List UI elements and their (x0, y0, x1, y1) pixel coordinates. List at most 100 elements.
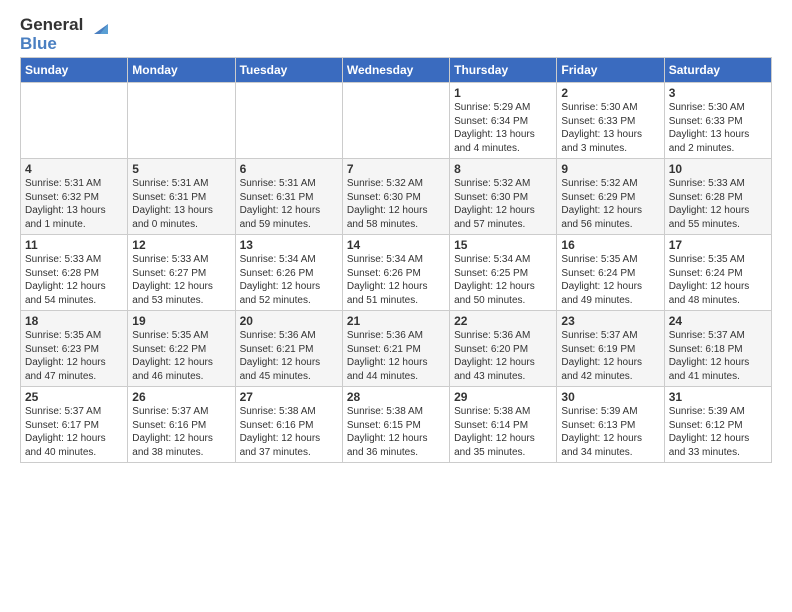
logo-bird-icon (86, 20, 108, 42)
day-info: Sunrise: 5:31 AM Sunset: 6:31 PM Dayligh… (132, 177, 230, 231)
day-info: Sunrise: 5:35 AM Sunset: 6:24 PM Dayligh… (669, 253, 767, 307)
calendar-day-cell: 30Sunrise: 5:39 AM Sunset: 6:13 PM Dayli… (557, 387, 664, 463)
calendar-day-cell: 6Sunrise: 5:31 AM Sunset: 6:31 PM Daylig… (235, 159, 342, 235)
calendar-wrap: SundayMondayTuesdayWednesdayThursdayFrid… (0, 57, 792, 473)
day-info: Sunrise: 5:36 AM Sunset: 6:21 PM Dayligh… (240, 329, 338, 383)
calendar-day-cell: 9Sunrise: 5:32 AM Sunset: 6:29 PM Daylig… (557, 159, 664, 235)
day-number: 16 (561, 238, 659, 252)
day-info: Sunrise: 5:33 AM Sunset: 6:28 PM Dayligh… (669, 177, 767, 231)
day-info: Sunrise: 5:32 AM Sunset: 6:30 PM Dayligh… (347, 177, 445, 231)
day-number: 15 (454, 238, 552, 252)
calendar-day-cell: 22Sunrise: 5:36 AM Sunset: 6:20 PM Dayli… (450, 311, 557, 387)
day-info: Sunrise: 5:31 AM Sunset: 6:31 PM Dayligh… (240, 177, 338, 231)
calendar-day-cell: 2Sunrise: 5:30 AM Sunset: 6:33 PM Daylig… (557, 83, 664, 159)
day-number: 10 (669, 162, 767, 176)
day-number: 18 (25, 314, 123, 328)
day-info: Sunrise: 5:32 AM Sunset: 6:30 PM Dayligh… (454, 177, 552, 231)
day-number: 20 (240, 314, 338, 328)
calendar-day-cell: 12Sunrise: 5:33 AM Sunset: 6:27 PM Dayli… (128, 235, 235, 311)
calendar-day-cell: 8Sunrise: 5:32 AM Sunset: 6:30 PM Daylig… (450, 159, 557, 235)
day-info: Sunrise: 5:31 AM Sunset: 6:32 PM Dayligh… (25, 177, 123, 231)
day-info: Sunrise: 5:37 AM Sunset: 6:19 PM Dayligh… (561, 329, 659, 383)
day-info: Sunrise: 5:39 AM Sunset: 6:12 PM Dayligh… (669, 405, 767, 459)
calendar-day-cell: 5Sunrise: 5:31 AM Sunset: 6:31 PM Daylig… (128, 159, 235, 235)
day-info: Sunrise: 5:36 AM Sunset: 6:21 PM Dayligh… (347, 329, 445, 383)
calendar-day-cell: 14Sunrise: 5:34 AM Sunset: 6:26 PM Dayli… (342, 235, 449, 311)
calendar-day-cell (342, 83, 449, 159)
calendar-week-row: 4Sunrise: 5:31 AM Sunset: 6:32 PM Daylig… (21, 159, 772, 235)
day-info: Sunrise: 5:29 AM Sunset: 6:34 PM Dayligh… (454, 101, 552, 155)
calendar-week-row: 11Sunrise: 5:33 AM Sunset: 6:28 PM Dayli… (21, 235, 772, 311)
day-number: 1 (454, 86, 552, 100)
calendar-day-cell: 4Sunrise: 5:31 AM Sunset: 6:32 PM Daylig… (21, 159, 128, 235)
day-info: Sunrise: 5:34 AM Sunset: 6:25 PM Dayligh… (454, 253, 552, 307)
calendar-day-cell: 21Sunrise: 5:36 AM Sunset: 6:21 PM Dayli… (342, 311, 449, 387)
day-info: Sunrise: 5:38 AM Sunset: 6:16 PM Dayligh… (240, 405, 338, 459)
weekday-header: Saturday (664, 58, 771, 83)
calendar-day-cell: 31Sunrise: 5:39 AM Sunset: 6:12 PM Dayli… (664, 387, 771, 463)
calendar-table: SundayMondayTuesdayWednesdayThursdayFrid… (20, 57, 772, 463)
day-number: 5 (132, 162, 230, 176)
day-number: 7 (347, 162, 445, 176)
day-number: 12 (132, 238, 230, 252)
calendar-day-cell: 28Sunrise: 5:38 AM Sunset: 6:15 PM Dayli… (342, 387, 449, 463)
day-number: 27 (240, 390, 338, 404)
logo-general: General (20, 15, 83, 34)
weekday-header: Monday (128, 58, 235, 83)
day-info: Sunrise: 5:37 AM Sunset: 6:17 PM Dayligh… (25, 405, 123, 459)
page-header: General Blue (0, 0, 792, 57)
day-number: 23 (561, 314, 659, 328)
weekday-header: Sunday (21, 58, 128, 83)
calendar-day-cell: 18Sunrise: 5:35 AM Sunset: 6:23 PM Dayli… (21, 311, 128, 387)
day-info: Sunrise: 5:33 AM Sunset: 6:27 PM Dayligh… (132, 253, 230, 307)
calendar-day-cell: 11Sunrise: 5:33 AM Sunset: 6:28 PM Dayli… (21, 235, 128, 311)
calendar-week-row: 18Sunrise: 5:35 AM Sunset: 6:23 PM Dayli… (21, 311, 772, 387)
day-number: 29 (454, 390, 552, 404)
calendar-day-cell: 19Sunrise: 5:35 AM Sunset: 6:22 PM Dayli… (128, 311, 235, 387)
day-info: Sunrise: 5:30 AM Sunset: 6:33 PM Dayligh… (561, 101, 659, 155)
day-info: Sunrise: 5:35 AM Sunset: 6:24 PM Dayligh… (561, 253, 659, 307)
calendar-day-cell: 25Sunrise: 5:37 AM Sunset: 6:17 PM Dayli… (21, 387, 128, 463)
calendar-day-cell: 23Sunrise: 5:37 AM Sunset: 6:19 PM Dayli… (557, 311, 664, 387)
day-number: 22 (454, 314, 552, 328)
calendar-day-cell (21, 83, 128, 159)
calendar-week-row: 25Sunrise: 5:37 AM Sunset: 6:17 PM Dayli… (21, 387, 772, 463)
day-info: Sunrise: 5:35 AM Sunset: 6:22 PM Dayligh… (132, 329, 230, 383)
day-info: Sunrise: 5:34 AM Sunset: 6:26 PM Dayligh… (240, 253, 338, 307)
calendar-day-cell: 1Sunrise: 5:29 AM Sunset: 6:34 PM Daylig… (450, 83, 557, 159)
day-number: 9 (561, 162, 659, 176)
calendar-header-row: SundayMondayTuesdayWednesdayThursdayFrid… (21, 58, 772, 83)
day-info: Sunrise: 5:36 AM Sunset: 6:20 PM Dayligh… (454, 329, 552, 383)
day-info: Sunrise: 5:38 AM Sunset: 6:14 PM Dayligh… (454, 405, 552, 459)
calendar-day-cell: 13Sunrise: 5:34 AM Sunset: 6:26 PM Dayli… (235, 235, 342, 311)
calendar-day-cell: 16Sunrise: 5:35 AM Sunset: 6:24 PM Dayli… (557, 235, 664, 311)
day-info: Sunrise: 5:33 AM Sunset: 6:28 PM Dayligh… (25, 253, 123, 307)
calendar-body: 1Sunrise: 5:29 AM Sunset: 6:34 PM Daylig… (21, 83, 772, 463)
day-info: Sunrise: 5:37 AM Sunset: 6:16 PM Dayligh… (132, 405, 230, 459)
calendar-day-cell: 3Sunrise: 5:30 AM Sunset: 6:33 PM Daylig… (664, 83, 771, 159)
calendar-day-cell: 24Sunrise: 5:37 AM Sunset: 6:18 PM Dayli… (664, 311, 771, 387)
logo-blue: Blue (20, 34, 57, 53)
day-info: Sunrise: 5:37 AM Sunset: 6:18 PM Dayligh… (669, 329, 767, 383)
day-number: 8 (454, 162, 552, 176)
weekday-header: Friday (557, 58, 664, 83)
calendar-day-cell: 7Sunrise: 5:32 AM Sunset: 6:30 PM Daylig… (342, 159, 449, 235)
logo: General Blue (20, 16, 108, 53)
day-number: 17 (669, 238, 767, 252)
calendar-day-cell (128, 83, 235, 159)
calendar-day-cell (235, 83, 342, 159)
day-info: Sunrise: 5:35 AM Sunset: 6:23 PM Dayligh… (25, 329, 123, 383)
calendar-day-cell: 20Sunrise: 5:36 AM Sunset: 6:21 PM Dayli… (235, 311, 342, 387)
calendar-day-cell: 29Sunrise: 5:38 AM Sunset: 6:14 PM Dayli… (450, 387, 557, 463)
day-info: Sunrise: 5:34 AM Sunset: 6:26 PM Dayligh… (347, 253, 445, 307)
weekday-header: Wednesday (342, 58, 449, 83)
day-number: 6 (240, 162, 338, 176)
calendar-day-cell: 15Sunrise: 5:34 AM Sunset: 6:25 PM Dayli… (450, 235, 557, 311)
day-number: 13 (240, 238, 338, 252)
day-number: 25 (25, 390, 123, 404)
calendar-day-cell: 26Sunrise: 5:37 AM Sunset: 6:16 PM Dayli… (128, 387, 235, 463)
day-number: 30 (561, 390, 659, 404)
day-number: 14 (347, 238, 445, 252)
day-info: Sunrise: 5:30 AM Sunset: 6:33 PM Dayligh… (669, 101, 767, 155)
calendar-day-cell: 27Sunrise: 5:38 AM Sunset: 6:16 PM Dayli… (235, 387, 342, 463)
